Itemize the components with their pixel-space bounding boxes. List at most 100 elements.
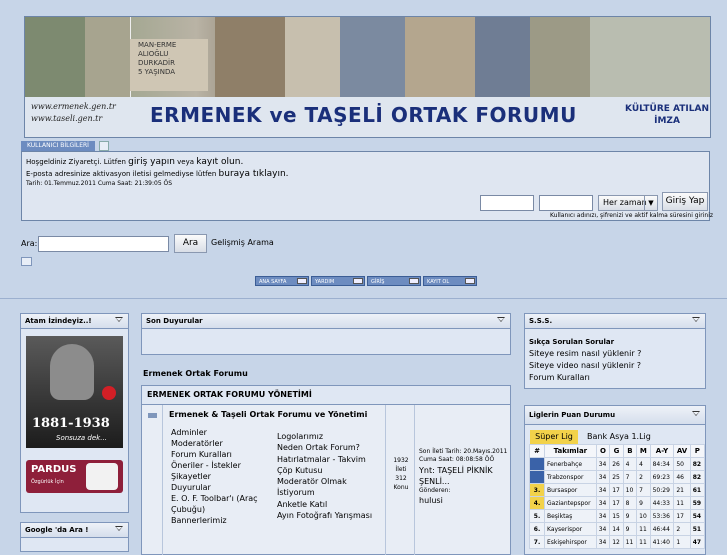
faq-item[interactable]: Siteye video nasıl yüklenir ? <box>529 360 641 372</box>
register-icon <box>465 278 475 284</box>
stat-cell: 53:36 <box>649 509 675 523</box>
subforum-link[interactable]: Moderatör Olmak <box>277 476 385 487</box>
header-lost: M <box>636 444 651 458</box>
forum-heading[interactable]: Ermenek Ortak Forumu <box>143 369 248 378</box>
portrait-figure <box>50 344 94 400</box>
points-cell: 82 <box>689 457 706 471</box>
register-link[interactable]: kayıt olun. <box>196 157 243 167</box>
faq-item[interactable]: Siteye resim nasıl yüklenir ? <box>529 348 641 360</box>
subforum-link[interactable]: Ayın Fotoğrafı Yarışması <box>277 510 385 521</box>
team-cell[interactable]: Kayserispor <box>544 522 597 536</box>
ataturk-panel-title: Atam İzindeyiz..! <box>21 314 128 329</box>
chevron-down-icon: ▼ <box>644 196 657 210</box>
subforum-link[interactable]: Logolarımız <box>277 431 385 442</box>
team-cell[interactable]: Gaziantepspor <box>544 496 597 510</box>
username-input[interactable] <box>480 195 534 211</box>
subforum-link[interactable]: Moderatörler <box>171 438 271 449</box>
subforum-link[interactable]: E. O. F. Toolbar'ı (Araç Çubuğu) <box>171 493 271 515</box>
stat-cell: 84:34 <box>649 457 675 471</box>
subforum-link[interactable]: Adminler <box>171 427 271 438</box>
subforum-link[interactable]: Bannerlerimiz <box>171 515 271 526</box>
table-row: 6. Kayserispor 34 14 9 11 46:44 2 51 <box>529 522 706 536</box>
login-link[interactable]: giriş yapın <box>128 157 175 167</box>
login-button[interactable]: Giriş Yap <box>662 192 708 211</box>
stat-cell: 34 <box>595 496 611 510</box>
announcements-title: Son Duyurular <box>146 317 203 325</box>
section-title[interactable]: ERMENEK ORTAK FORUMU YÖNETİMİ <box>142 386 510 405</box>
stat-cell: 2 <box>636 470 651 484</box>
forum-stats: 1932 İleti 312 Konu <box>390 456 412 492</box>
tab-super-lig[interactable]: Süper Lig <box>530 430 578 444</box>
subforum-link[interactable]: İstiyorum <box>277 487 385 498</box>
collapse-icon[interactable] <box>692 411 700 416</box>
pardus-banner[interactable]: PARDUS Özgürlük İçin <box>26 460 123 493</box>
forum-title-link[interactable]: Ermenek & Taşeli Ortak Forumu ve Yönetim… <box>169 410 367 419</box>
login-hint: Kullanıcı adınızı, şifrenizi ve aktif ka… <box>550 212 714 219</box>
stone-line: 5 YAŞINDA <box>138 68 175 76</box>
collapse-login-tab[interactable] <box>99 141 109 151</box>
header-average: AV <box>673 444 691 458</box>
subforum-link[interactable]: Şikayetler <box>171 471 271 482</box>
stat-cell: 17 <box>609 483 624 497</box>
collapse-icon[interactable] <box>115 526 123 531</box>
search-input[interactable] <box>38 236 169 252</box>
points-cell: 59 <box>689 496 706 510</box>
welcome-line: Hoşgeldiniz Ziyaretçi. Lütfen giriş yapı… <box>26 157 243 167</box>
nav-register-button[interactable]: KAYIT OL <box>423 276 477 286</box>
subforum-link[interactable]: Anketle Katıl <box>277 499 385 510</box>
user-info-tab[interactable]: KULLANICI BİLGİLERİ <box>21 141 95 151</box>
stone-line: ALIOĞLU <box>138 50 169 58</box>
last-post-title[interactable]: Ynt: TAŞELİ PİKNİK ŞENLİ... <box>419 465 509 487</box>
nav-help-label: YARDIM <box>315 279 335 285</box>
banner-urls: www.ermenek.gen.tr www.taseli.gen.tr <box>31 101 116 125</box>
team-cell[interactable]: Bursaspor <box>544 483 597 497</box>
collapse-icon[interactable] <box>692 317 700 322</box>
team-cell[interactable]: Beşiktaş <box>544 509 597 523</box>
subforum-link[interactable]: Hatırlatmalar - Takvim <box>277 454 385 465</box>
home-icon <box>297 278 307 284</box>
toggle-header-icon[interactable] <box>21 257 32 266</box>
resend-activation-link[interactable]: buraya tıklayın. <box>219 169 289 179</box>
last-post-user[interactable]: hulusi <box>419 495 509 506</box>
forum-status-icon <box>148 413 157 418</box>
login-duration-select[interactable]: Her zaman ▼ <box>598 195 658 211</box>
league-header-row: # Takımlar O G B M A-Y AV P <box>529 444 706 458</box>
announcements-panel: Son Duyurular <box>141 313 511 355</box>
subforum-link[interactable]: Çöp Kutusu <box>277 465 385 476</box>
forum-banner: MAN-ERME ALIOĞLU DURKADİR 5 YAŞINDA www.… <box>24 16 711 138</box>
advanced-search-link[interactable]: Gelişmiş Arama <box>211 238 274 247</box>
subforum-link[interactable]: Forum Kuralları <box>171 449 271 460</box>
flag-icon <box>102 386 116 400</box>
stat-cell: 11 <box>622 535 638 549</box>
subforum-list-2: Logolarımız Neden Ortak Forum? Hatırlatm… <box>277 431 385 521</box>
faq-item[interactable]: Forum Kuralları <box>529 372 641 384</box>
stat-cell: 11 <box>636 522 651 536</box>
header-goals: A-Y <box>649 444 675 458</box>
search-button[interactable]: Ara <box>174 234 207 253</box>
nav-help-button[interactable]: YARDIM <box>311 276 365 286</box>
tab-bank-asya[interactable]: Bank Asya 1.Lig <box>587 430 651 444</box>
collapse-icon[interactable] <box>115 317 123 322</box>
nav-home-label: ANA SAYFA <box>259 279 287 285</box>
header-team: Takımlar <box>544 444 597 458</box>
nav-login-button[interactable]: GİRİŞ <box>367 276 421 286</box>
stat-cell: 26 <box>609 457 624 471</box>
team-cell[interactable]: Eskişehirspor <box>544 535 597 549</box>
team-cell[interactable]: Fenerbahçe <box>544 457 597 471</box>
nav-home-button[interactable]: ANA SAYFA <box>255 276 309 286</box>
announcements-panel-title: Son Duyurular <box>142 314 510 329</box>
points-cell: 54 <box>689 509 706 523</box>
password-input[interactable] <box>539 195 593 211</box>
subforum-link[interactable]: Duyurular <box>171 482 271 493</box>
stat-cell: 14 <box>609 522 624 536</box>
subforum-link[interactable]: Neden Ortak Forum? <box>277 442 385 453</box>
stat-cell: 46:44 <box>649 522 675 536</box>
team-cell[interactable]: Trabzonspor <box>544 470 597 484</box>
login-duration-value: Her zaman <box>603 198 647 207</box>
subforum-link[interactable]: Öneriler - İstekler <box>171 460 271 471</box>
collapse-icon[interactable] <box>497 317 505 322</box>
slogan-line: İMZA <box>654 116 680 126</box>
stat-cell: 11 <box>673 496 691 510</box>
table-row: 3. Bursaspor 34 17 10 7 50:29 21 61 <box>529 483 706 497</box>
faq-item[interactable]: Sıkça Sorulan Sorular <box>529 336 641 348</box>
